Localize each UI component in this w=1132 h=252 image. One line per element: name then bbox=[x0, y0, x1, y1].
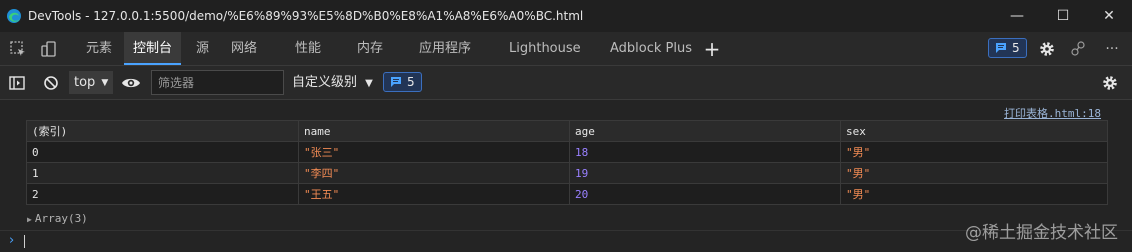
source-link[interactable]: 打印表格.html:18 bbox=[1004, 105, 1101, 121]
minimize-button[interactable]: — bbox=[994, 0, 1040, 32]
edge-logo-icon bbox=[7, 9, 21, 23]
age-cell: 19 bbox=[569, 162, 841, 184]
minimize-icon: — bbox=[1010, 8, 1024, 24]
name-value: "李四" bbox=[304, 167, 340, 180]
sex-cell: "男" bbox=[840, 141, 1108, 163]
log-levels-label: 自定义级别 bbox=[292, 75, 358, 90]
table-row: 2 "王五" 20 "男" bbox=[26, 183, 1108, 205]
device-toggle-icon bbox=[41, 40, 56, 57]
title-bar: DevTools - 127.0.0.1:5500/demo/%E6%89%93… bbox=[0, 0, 1132, 32]
close-icon: ✕ bbox=[1103, 8, 1115, 24]
inspect-element-icon bbox=[10, 40, 25, 56]
inspect-element-button[interactable] bbox=[3, 32, 33, 65]
clear-console-icon bbox=[44, 75, 58, 90]
window-title: DevTools - 127.0.0.1:5500/demo/%E6%89%93… bbox=[28, 9, 584, 23]
name-cell: "王五" bbox=[298, 183, 570, 205]
array-summary[interactable]: ▶ Array(3) bbox=[27, 212, 88, 225]
more-options-button[interactable]: ··· bbox=[1097, 32, 1127, 65]
table-header-row: (索引) name age sex bbox=[26, 120, 1108, 142]
column-header-age[interactable]: age bbox=[569, 120, 841, 142]
sidebar-toggle-icon bbox=[9, 75, 25, 90]
share-network-icon bbox=[1071, 40, 1085, 56]
age-cell: 20 bbox=[569, 183, 841, 205]
prompt-chevron-icon: › bbox=[9, 233, 15, 248]
tab-sources[interactable]: 源 bbox=[196, 32, 209, 65]
chevron-down-icon: ▼ bbox=[365, 78, 373, 89]
show-sidebar-button[interactable] bbox=[2, 66, 32, 99]
table-row: 0 "张三" 18 "男" bbox=[26, 141, 1108, 163]
text-cursor bbox=[24, 235, 25, 248]
sex-cell: "男" bbox=[840, 183, 1108, 205]
sex-value: "男" bbox=[846, 146, 871, 159]
clear-console-button[interactable] bbox=[36, 66, 66, 99]
connected-devices-button[interactable] bbox=[1064, 32, 1094, 65]
console-prompt[interactable]: › bbox=[0, 230, 1132, 252]
name-cell: "张三" bbox=[298, 141, 570, 163]
devtools-tab-bar: 元素 控制台 源 网络 性能 内存 应用程序 Lighthouse Adbloc… bbox=[0, 32, 1132, 66]
sex-value: "男" bbox=[846, 188, 871, 201]
tab-application[interactable]: 应用程序 bbox=[419, 32, 471, 65]
column-header-index[interactable]: (索引) bbox=[26, 120, 299, 142]
console-settings-button[interactable] bbox=[1095, 66, 1125, 99]
tab-adblock-plus[interactable]: Adblock Plus bbox=[610, 32, 692, 65]
dropdown-arrow-icon: ▼ bbox=[101, 77, 109, 88]
message-icon bbox=[996, 43, 1006, 53]
issues-button[interactable]: 5 bbox=[988, 38, 1027, 58]
console-table: (索引) name age sex 0 "张三" 18 "男" 1 "李四" 1… bbox=[26, 120, 1108, 205]
issues-count: 5 bbox=[1012, 41, 1020, 55]
expand-triangle-icon[interactable]: ▶ bbox=[27, 215, 32, 224]
name-cell: "李四" bbox=[298, 162, 570, 184]
watermark: @稀土掘金技术社区 bbox=[965, 223, 1118, 243]
tab-network[interactable]: 网络 bbox=[231, 32, 257, 65]
age-cell: 18 bbox=[569, 141, 841, 163]
plus-icon: + bbox=[703, 36, 721, 61]
live-expression-button[interactable] bbox=[116, 66, 146, 99]
more-icon: ··· bbox=[1105, 40, 1119, 57]
table-row: 1 "李四" 19 "男" bbox=[26, 162, 1108, 184]
index-cell: 1 bbox=[26, 162, 299, 184]
settings-button[interactable] bbox=[1032, 32, 1062, 65]
tab-elements[interactable]: 元素 bbox=[86, 32, 112, 65]
console-settings-gear-icon bbox=[1103, 75, 1117, 90]
gear-icon bbox=[1040, 41, 1054, 56]
index-cell: 2 bbox=[26, 183, 299, 205]
name-value: "张三" bbox=[304, 146, 340, 159]
message-count-button[interactable]: 5 bbox=[383, 72, 422, 92]
context-value: top bbox=[74, 75, 96, 90]
add-tab-button[interactable]: + bbox=[697, 32, 727, 65]
context-selector[interactable]: top ▼ bbox=[69, 71, 113, 94]
sex-cell: "男" bbox=[840, 162, 1108, 184]
age-value: 18 bbox=[575, 145, 589, 159]
tab-lighthouse[interactable]: Lighthouse bbox=[509, 32, 581, 65]
close-window-button[interactable]: ✕ bbox=[1086, 0, 1132, 32]
console-output: 打印表格.html:18 (索引) name age sex 0 "张三" 18… bbox=[0, 100, 1132, 251]
array-summary-label: Array(3) bbox=[34, 212, 88, 225]
tab-performance[interactable]: 性能 bbox=[295, 32, 321, 65]
console-toolbar: top ▼ 自定义级别 ▼ 5 bbox=[0, 66, 1132, 100]
name-value: "王五" bbox=[304, 188, 340, 201]
log-levels-dropdown[interactable]: 自定义级别 ▼ bbox=[292, 66, 373, 99]
sex-value: "男" bbox=[846, 167, 871, 180]
column-header-sex[interactable]: sex bbox=[840, 120, 1108, 142]
device-emulation-button[interactable] bbox=[34, 32, 64, 65]
age-value: 19 bbox=[575, 166, 589, 180]
column-header-name[interactable]: name bbox=[298, 120, 570, 142]
maximize-icon: ☐ bbox=[1056, 8, 1070, 24]
tab-console[interactable]: 控制台 bbox=[124, 32, 182, 65]
filter-input[interactable] bbox=[151, 70, 284, 95]
index-cell: 0 bbox=[26, 141, 299, 163]
message-count-icon bbox=[391, 77, 401, 87]
age-value: 20 bbox=[575, 187, 589, 201]
maximize-button[interactable]: ☐ bbox=[1040, 0, 1086, 32]
tab-memory[interactable]: 内存 bbox=[357, 32, 383, 65]
eye-icon bbox=[122, 78, 140, 87]
message-count: 5 bbox=[407, 75, 415, 89]
